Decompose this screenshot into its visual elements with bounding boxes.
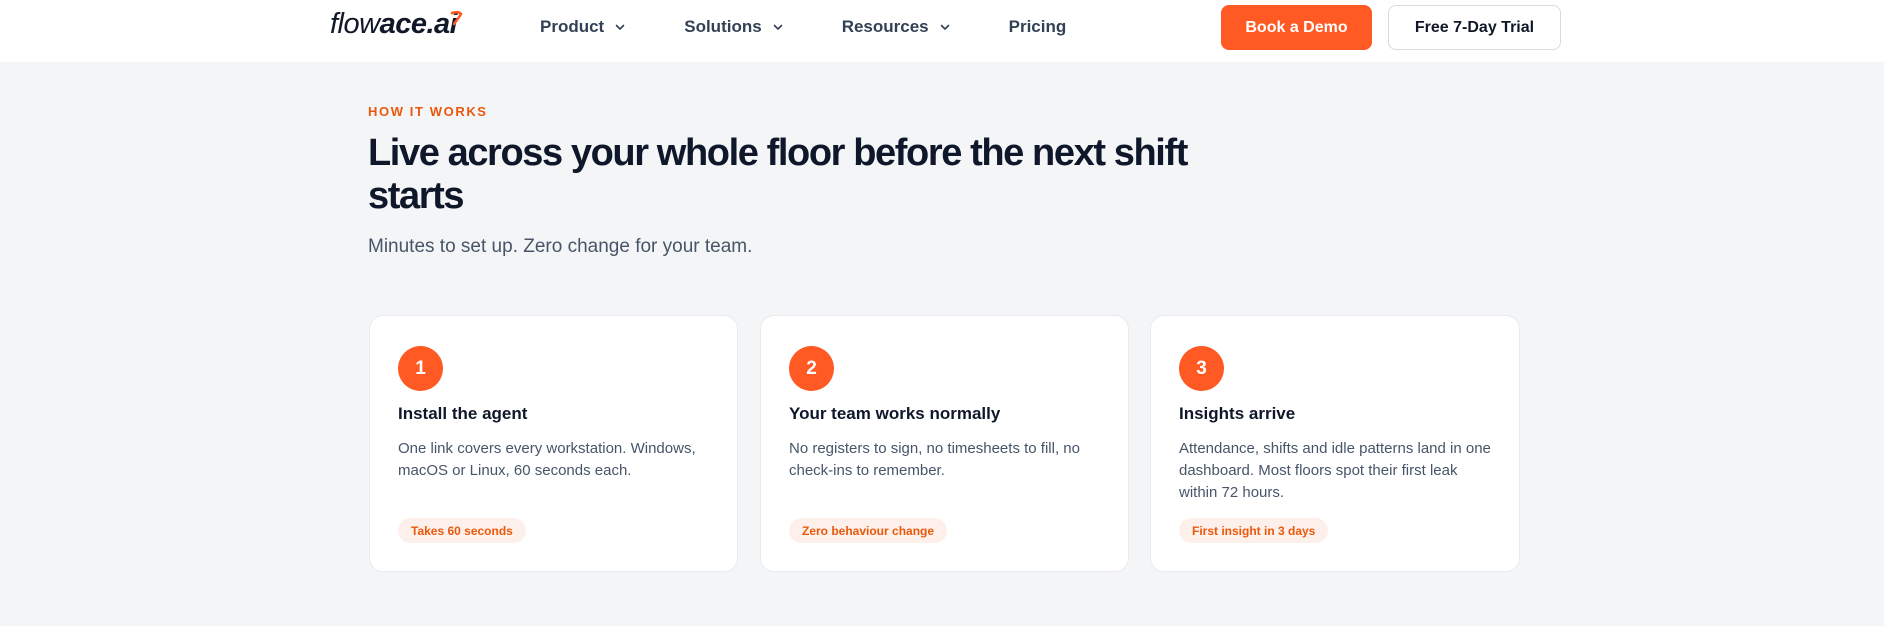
logo-text-light: flow bbox=[330, 8, 380, 40]
step-description: One link covers every workstation. Windo… bbox=[398, 440, 696, 479]
step-title: Your team works normally bbox=[789, 404, 1001, 423]
step-badge: First insight in 3 days bbox=[1179, 518, 1329, 543]
section-eyebrow: HOW IT WORKS bbox=[368, 104, 488, 119]
nav-item-label: Resources bbox=[841, 17, 929, 36]
main-nav: Product Solutions Resources Pricing bbox=[540, 0, 1066, 54]
step-card-insights: 3 Insights arrive Attendance, shifts and… bbox=[1150, 315, 1520, 572]
step-title: Insights arrive bbox=[1179, 404, 1296, 423]
nav-item-label: Solutions bbox=[684, 17, 762, 36]
step-card-work-normally: 2 Your team works normally No registers … bbox=[760, 315, 1129, 572]
flowace-logo[interactable]: flow ace.ai bbox=[330, 8, 463, 48]
step-badge: Takes 60 seconds bbox=[398, 518, 526, 543]
section-subtitle: Minutes to set up. Zero change for your … bbox=[368, 236, 753, 257]
nav-item-label: Product bbox=[540, 17, 605, 36]
nav-item-pricing[interactable]: Pricing bbox=[1009, 17, 1067, 37]
logo-swoosh-icon bbox=[450, 10, 463, 26]
nav-item-resources[interactable]: Resources bbox=[842, 17, 951, 37]
step-number-badge: 3 bbox=[1179, 346, 1224, 391]
site-header: flow ace.ai Product Solutions Resources P… bbox=[0, 0, 1884, 62]
step-card-install: 1 Install the agent One link covers ever… bbox=[369, 315, 738, 572]
book-demo-button[interactable]: Book a Demo bbox=[1221, 5, 1372, 50]
step-description: Attendance, shifts and idle patterns lan… bbox=[1179, 440, 1491, 501]
step-number-badge: 1 bbox=[398, 346, 443, 391]
step-title: Install the agent bbox=[398, 404, 528, 423]
chevron-down-icon bbox=[615, 24, 625, 30]
step-badge: Zero behaviour change bbox=[789, 518, 948, 543]
chevron-down-icon bbox=[940, 24, 949, 30]
free-trial-button[interactable]: Free 7-Day Trial bbox=[1388, 5, 1561, 50]
step-number-badge: 2 bbox=[789, 346, 834, 391]
logo-text-bold: ace.ai bbox=[379, 8, 458, 40]
nav-item-solutions[interactable]: Solutions bbox=[684, 17, 783, 37]
nav-item-product[interactable]: Product bbox=[540, 17, 626, 37]
step-description: No registers to sign, no timesheets to f… bbox=[789, 440, 1080, 479]
chevron-down-icon bbox=[773, 24, 782, 30]
nav-item-label: Pricing bbox=[1008, 17, 1067, 36]
section-title: Live across your whole floor before the … bbox=[368, 132, 1188, 217]
